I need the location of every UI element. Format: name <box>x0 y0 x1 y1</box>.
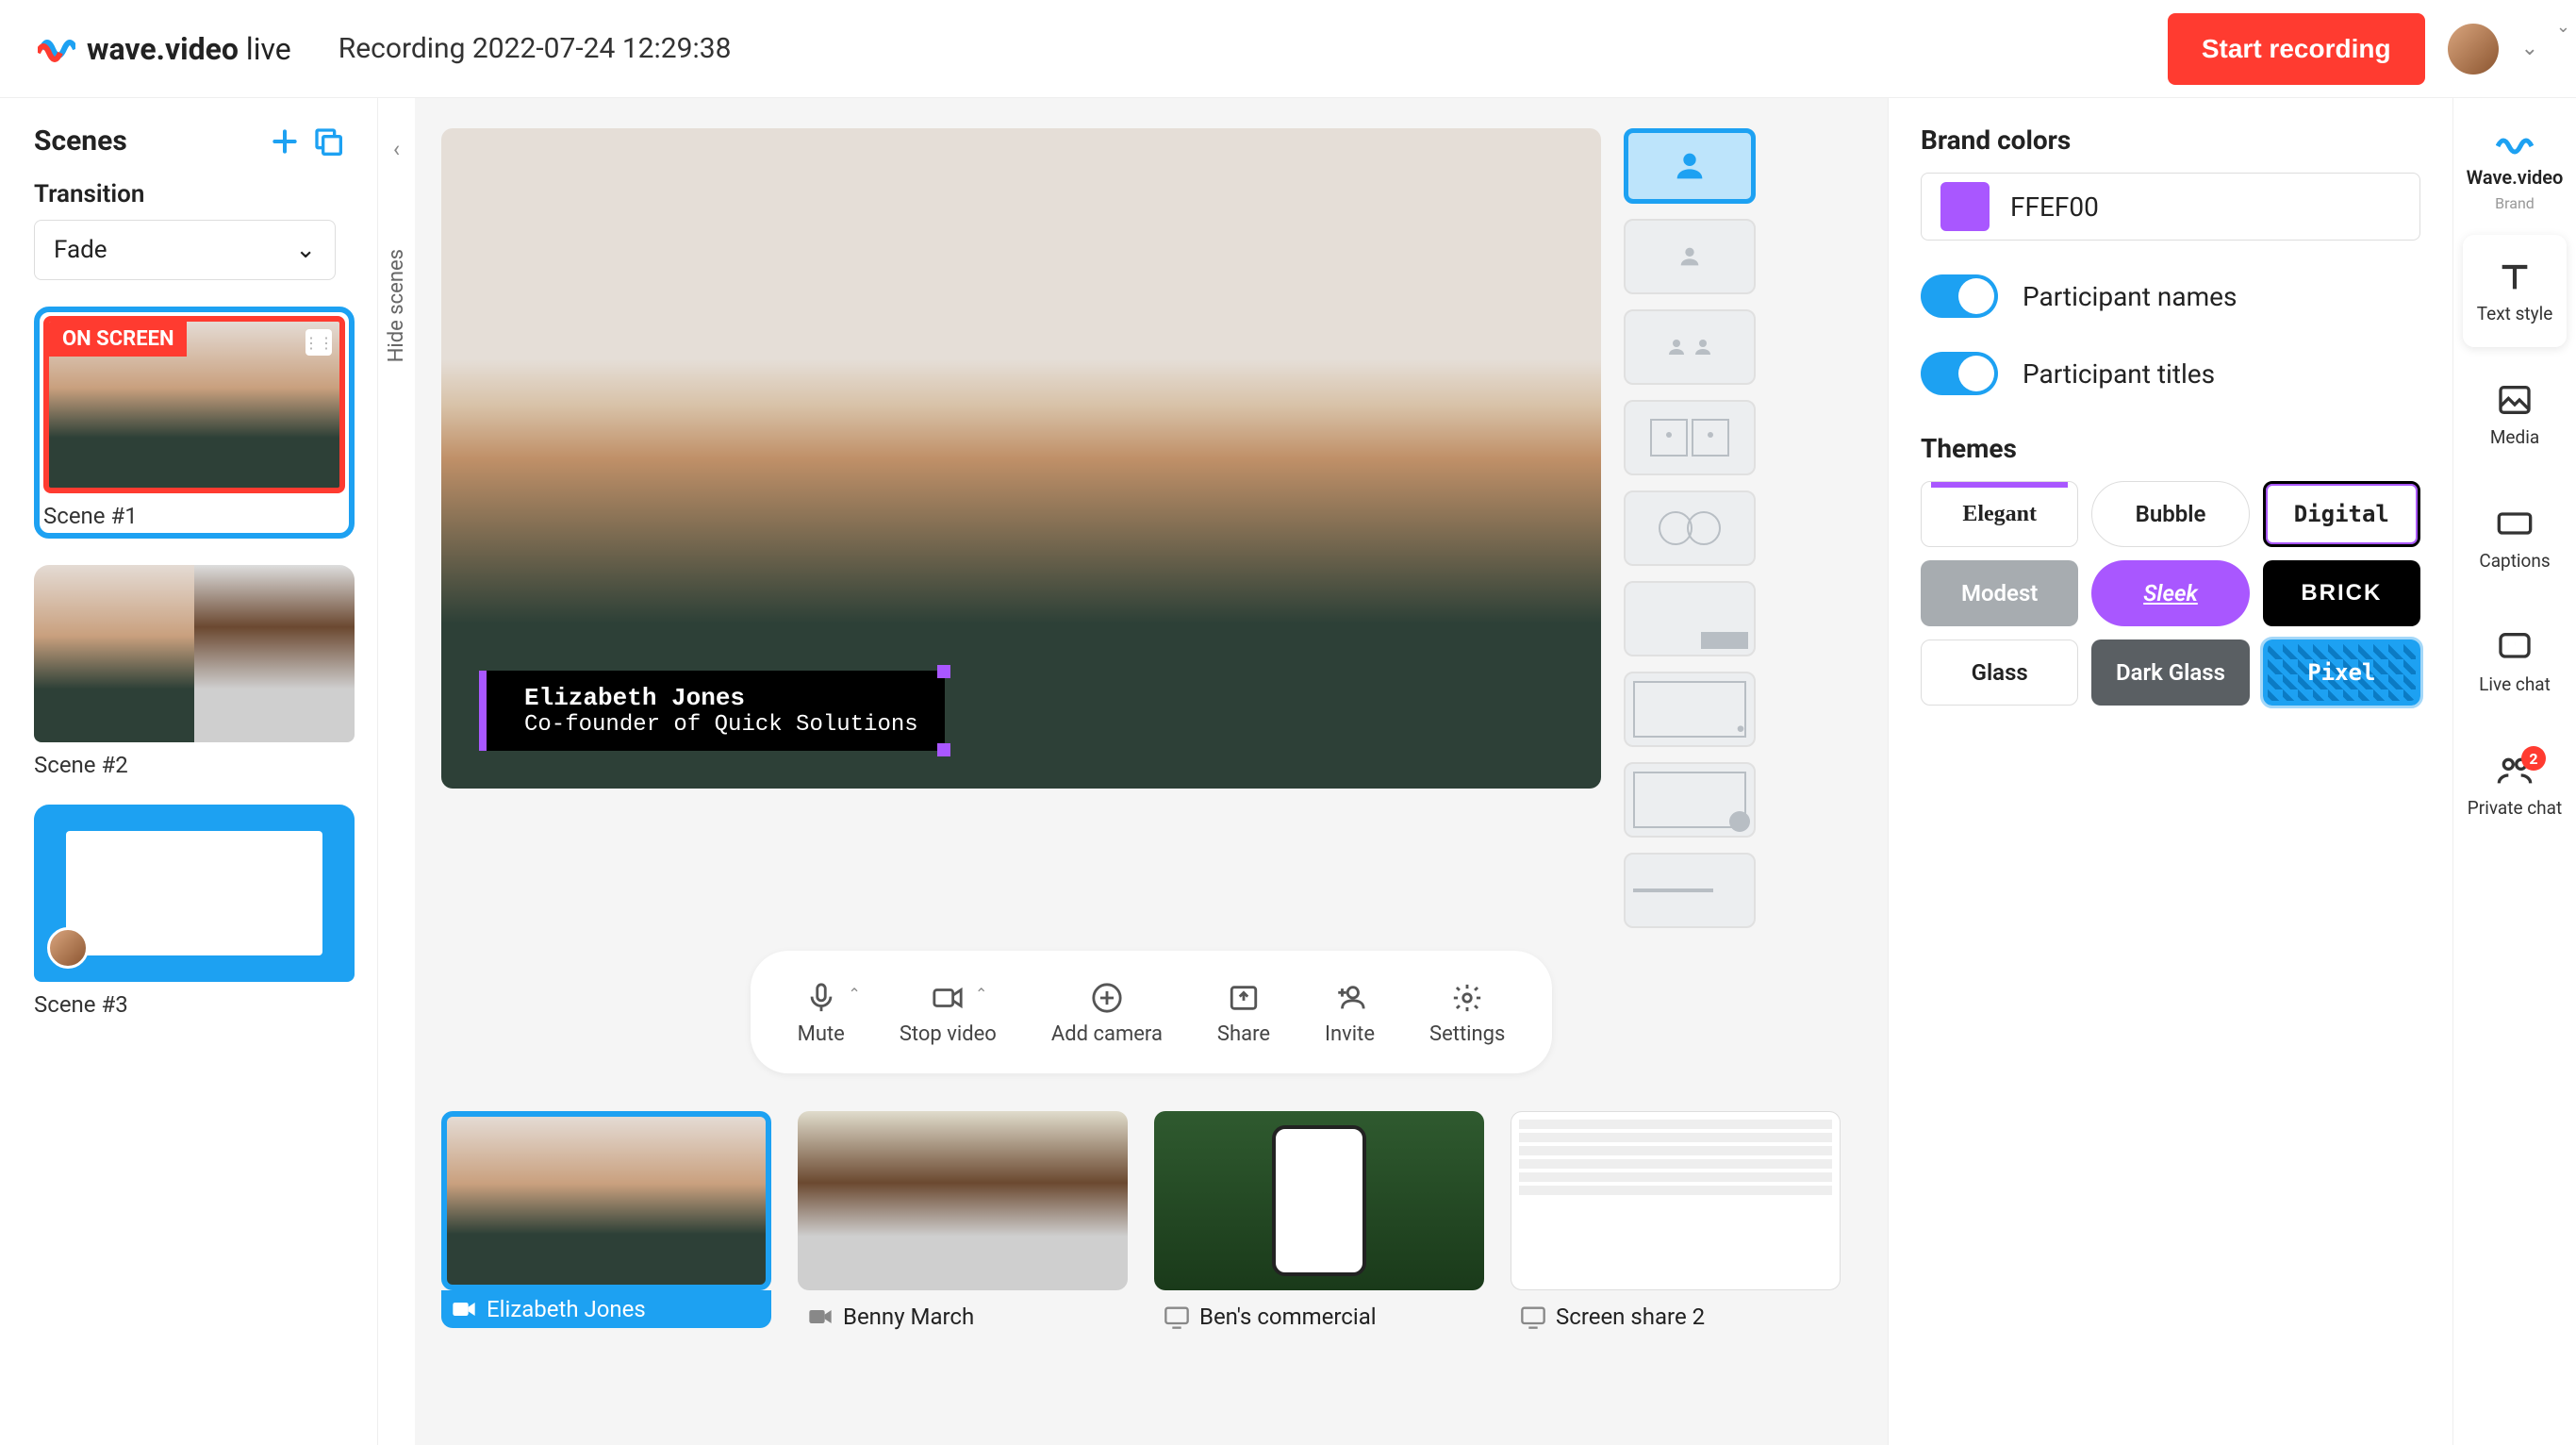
theme-digital[interactable]: Digital <box>2263 481 2420 547</box>
brand-colors-label: Brand colors <box>1921 125 2420 156</box>
layout-two-circle[interactable] <box>1624 490 1756 566</box>
theme-modest[interactable]: Modest <box>1921 560 2078 626</box>
invite-button[interactable]: Invite <box>1325 979 1375 1046</box>
layout-two-boxed[interactable] <box>1624 400 1756 475</box>
settings-button[interactable]: Settings <box>1429 979 1505 1046</box>
stop-video-button[interactable]: ⌃ Stop video <box>900 979 997 1046</box>
participant-name: Elizabeth Jones <box>524 684 918 712</box>
participant-names-toggle[interactable] <box>1921 274 1998 318</box>
on-screen-badge: ON SCREEN <box>49 322 187 357</box>
rail-live-chat[interactable]: Live chat <box>2463 606 2567 718</box>
rail-captions[interactable]: Captions <box>2463 482 2567 594</box>
scene-name: Scene #1 <box>43 503 345 529</box>
scene-card-3[interactable]: Scene #3 <box>34 805 355 1018</box>
color-hex-value: FFEF00 <box>2010 191 2099 223</box>
hide-scenes-label: Hide scenes <box>385 249 408 362</box>
add-camera-button[interactable]: Add camera <box>1051 979 1163 1046</box>
theme-bubble[interactable]: Bubble <box>2091 481 2249 547</box>
toggle-label: Participant titles <box>2023 358 2215 390</box>
theme-glass[interactable]: Glass <box>1921 639 2078 706</box>
rail-text-style[interactable]: Text style <box>2463 235 2567 347</box>
scene-name: Scene #3 <box>34 991 355 1018</box>
layout-screen-pip[interactable] <box>1624 672 1756 747</box>
share-button[interactable]: Share <box>1217 979 1270 1046</box>
scenes-sidebar: Scenes Transition Fade ⌄ ON SCREEN ⋮⋮ Sc… <box>0 98 377 1445</box>
monitor-icon <box>1164 1304 1190 1330</box>
theme-sleek[interactable]: Sleek <box>2091 560 2249 626</box>
source-card-benny[interactable]: Benny March <box>798 1111 1128 1336</box>
rail-media[interactable]: Media <box>2463 358 2567 471</box>
start-recording-button[interactable]: Start recording <box>2168 13 2425 85</box>
center-area: Elizabeth Jones Co-founder of Quick Solu… <box>415 98 1888 1445</box>
chevron-up-icon: ⌃ <box>975 985 987 1003</box>
layout-pip-bar[interactable] <box>1624 581 1756 656</box>
add-scene-icon[interactable] <box>270 126 300 157</box>
scene-card-1[interactable]: ON SCREEN ⋮⋮ Scene #1 <box>34 307 355 539</box>
notification-badge: 2 <box>2521 746 2546 771</box>
logo-area: wave.video live <box>38 30 291 68</box>
theme-brick[interactable]: BRICK <box>2263 560 2420 626</box>
lower-third-overlay: Elizabeth Jones Co-founder of Quick Solu… <box>479 671 945 751</box>
mute-button[interactable]: ⌃ Mute <box>798 979 845 1046</box>
main-stage: Elizabeth Jones Co-founder of Quick Solu… <box>441 128 1601 789</box>
chevron-down-icon: ⌄ <box>2556 17 2570 37</box>
camera-icon <box>807 1304 834 1330</box>
recording-title: Recording 2022-07-24 12:29:38 <box>339 32 732 65</box>
chat-icon <box>2496 628 2534 666</box>
source-card-elizabeth[interactable]: Elizabeth Jones <box>441 1111 771 1336</box>
layout-screen-side[interactable] <box>1624 853 1756 928</box>
hide-scenes-toggle[interactable]: ‹ Hide scenes <box>377 98 415 1445</box>
logo-text: wave.video live <box>87 31 291 67</box>
wave-logo-icon <box>2496 132 2534 160</box>
participant-title: Co-founder of Quick Solutions <box>524 712 918 738</box>
wave-logo-icon <box>38 30 75 68</box>
right-rail: ⌄ Wave.video Brand Text style Media Capt… <box>2453 98 2576 1445</box>
chevron-up-icon: ⌃ <box>848 985 860 1003</box>
source-card-screenshare[interactable]: Screen share 2 <box>1511 1111 1841 1336</box>
control-bar: ⌃ Mute ⌃ Stop video Add camera Share Inv… <box>751 951 1553 1073</box>
layout-single-small[interactable] <box>1624 219 1756 294</box>
layout-screen-circle[interactable] <box>1624 762 1756 838</box>
image-icon <box>2496 381 2534 419</box>
user-menu-chevron-icon[interactable]: ⌄ <box>2521 37 2538 60</box>
transition-label: Transition <box>34 180 343 208</box>
camera-icon <box>451 1296 477 1322</box>
brand-panel: Brand colors FFEF00 Participant names Pa… <box>1888 98 2453 1445</box>
rail-private-chat[interactable]: 2 Private chat <box>2463 729 2567 841</box>
layout-two-side[interactable] <box>1624 309 1756 385</box>
brand-color-input[interactable]: FFEF00 <box>1921 173 2420 241</box>
themes-label: Themes <box>1921 433 2420 464</box>
captions-icon <box>2496 505 2534 542</box>
drag-handle-icon[interactable]: ⋮⋮ <box>305 329 332 356</box>
user-avatar[interactable] <box>2448 24 2499 75</box>
duplicate-scene-icon[interactable] <box>313 126 343 157</box>
scenes-title: Scenes <box>34 125 127 158</box>
layout-single[interactable] <box>1624 128 1756 204</box>
layout-picker <box>1624 128 1765 928</box>
color-swatch[interactable] <box>1940 182 1990 231</box>
theme-elegant[interactable]: Elegant <box>1921 481 2078 547</box>
source-card-commercial[interactable]: Ben's commercial <box>1154 1111 1484 1336</box>
rail-brand-selector[interactable]: ⌄ Wave.video Brand <box>2455 121 2575 224</box>
toggle-label: Participant names <box>2023 281 2237 312</box>
chevron-down-icon: ⌄ <box>295 236 316 264</box>
text-icon <box>2496 257 2534 295</box>
transition-select[interactable]: Fade ⌄ <box>34 220 336 280</box>
scene-name: Scene #2 <box>34 752 355 778</box>
participant-titles-toggle[interactable] <box>1921 352 1998 395</box>
monitor-icon <box>1520 1304 1546 1330</box>
theme-darkglass[interactable]: Dark Glass <box>2091 639 2249 706</box>
chevron-left-icon: ‹ <box>393 136 400 162</box>
app-header: wave.video live Recording 2022-07-24 12:… <box>0 0 2576 98</box>
theme-pixel[interactable]: Pixel <box>2263 639 2420 706</box>
scene-card-2[interactable]: Scene #2 <box>34 565 355 778</box>
source-strip: Elizabeth Jones Benny March Ben's commer… <box>441 1111 1861 1336</box>
